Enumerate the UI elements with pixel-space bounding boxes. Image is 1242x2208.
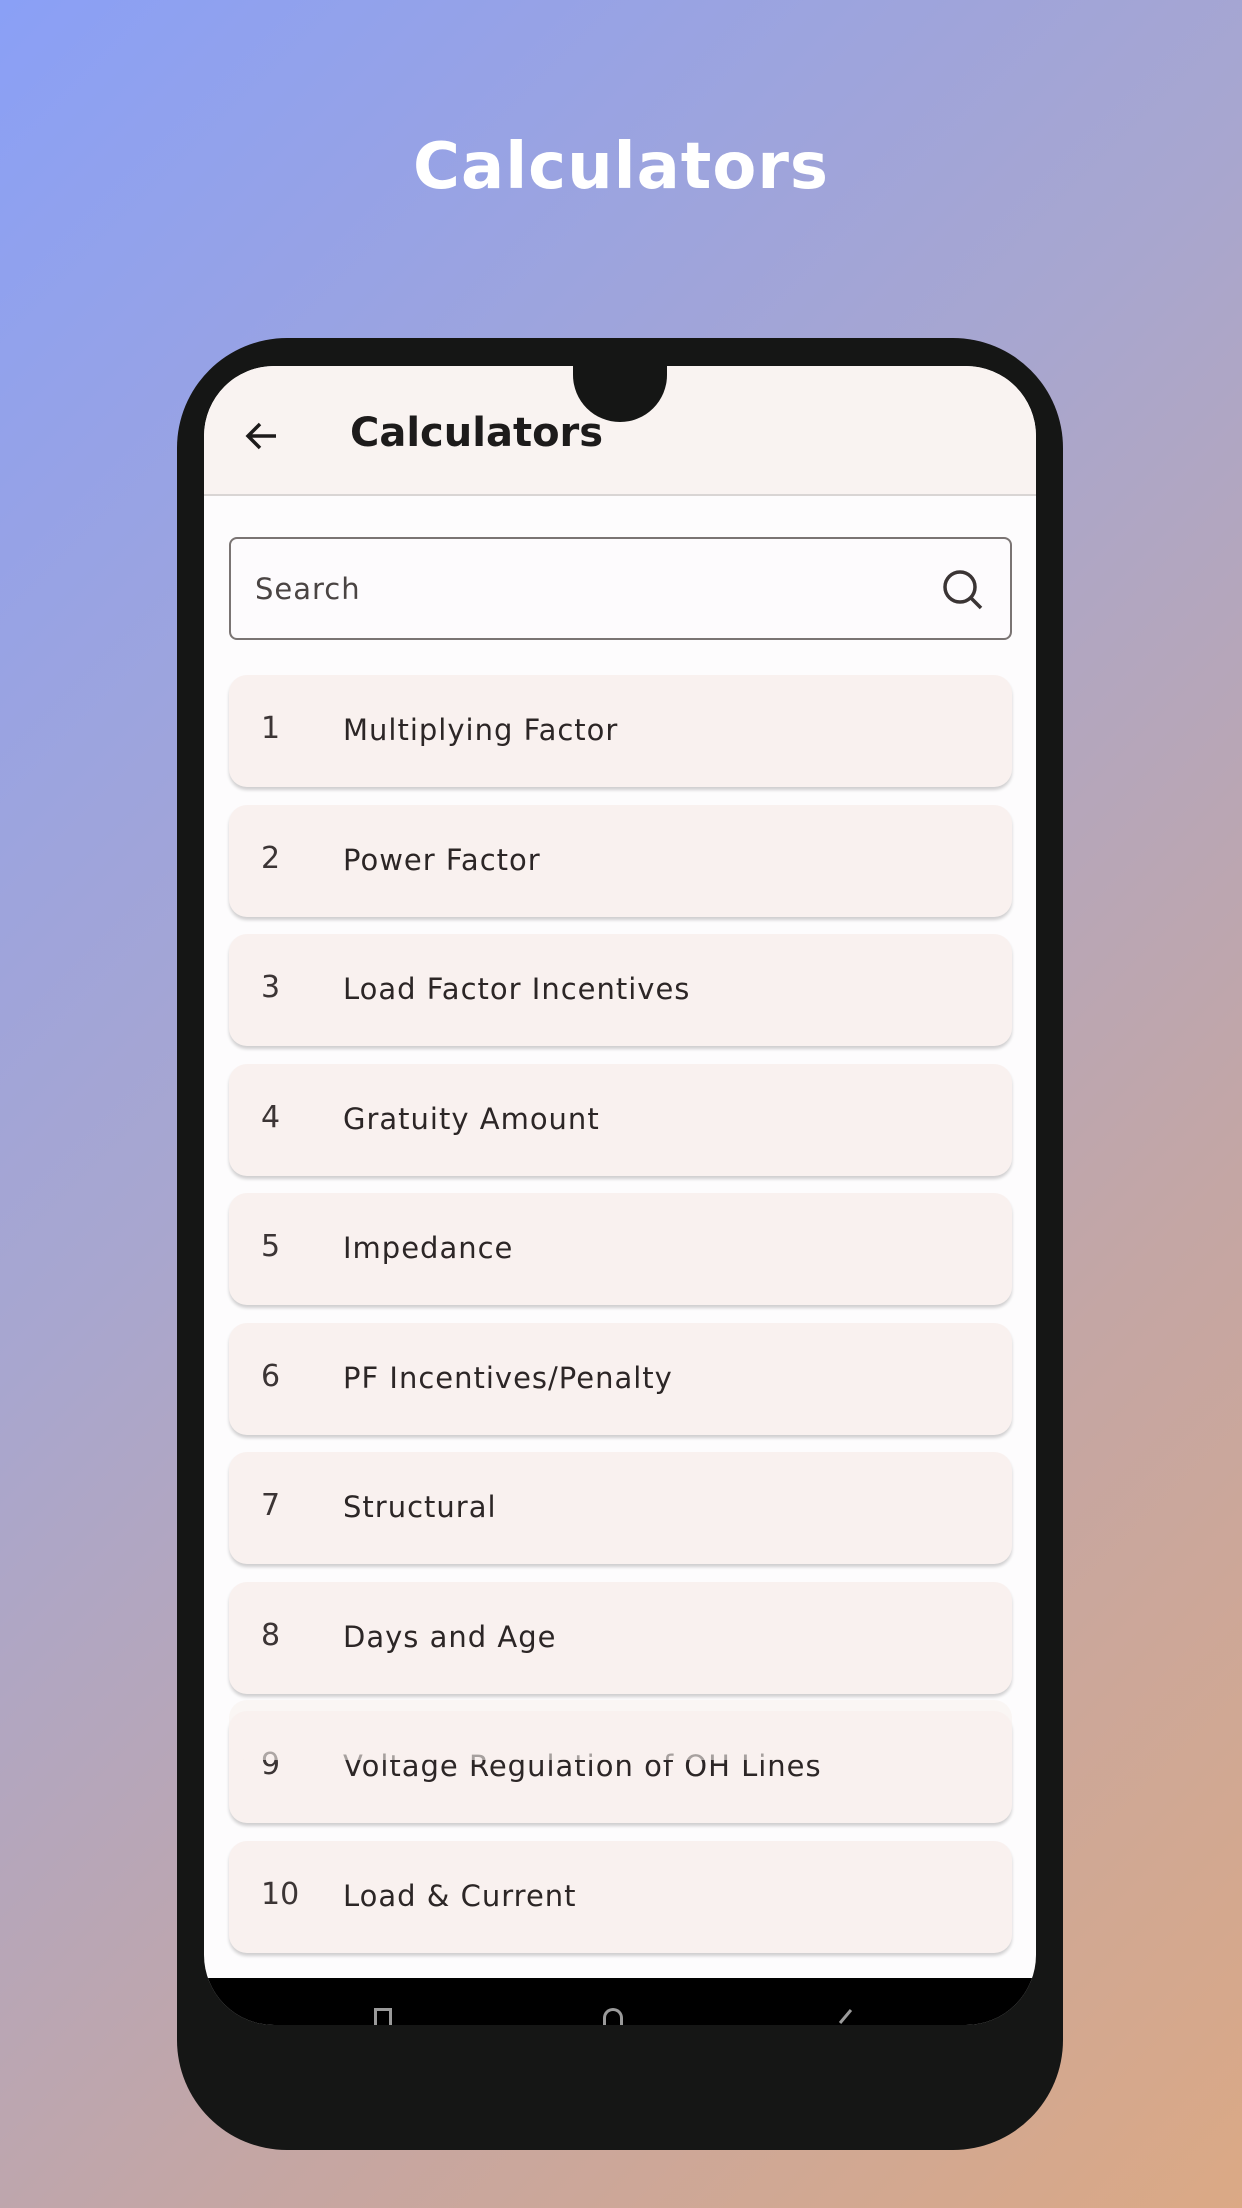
list-item-partial[interactable]: [229, 1700, 1012, 1760]
item-number: 6: [261, 1358, 281, 1394]
home-icon[interactable]: [603, 2008, 623, 2025]
arrow-left-icon[interactable]: [242, 416, 282, 456]
item-number: 1: [261, 711, 281, 746]
search-icon[interactable]: [940, 567, 986, 613]
item-number: 3: [261, 970, 281, 1005]
item-label: Load Factor Incentives: [343, 972, 691, 1006]
back-nav-icon[interactable]: [838, 2009, 853, 2024]
phone-frame: Calculators Search 1 Multiplying Factor 2 P…: [177, 338, 1063, 2150]
list-item[interactable]: 5 Impedance: [229, 1193, 1012, 1305]
hero-title: Calculators: [413, 130, 829, 204]
item-label: Structural: [343, 1490, 497, 1524]
item-number: 2: [261, 840, 281, 876]
item-number: 4: [261, 1099, 281, 1135]
list-item[interactable]: 6 PF Incentives/Penalty: [229, 1322, 1012, 1435]
list-item[interactable]: 2 Power Factor: [229, 804, 1012, 917]
item-label: Multiplying Factor: [343, 713, 619, 747]
item-number: 8: [261, 1617, 281, 1653]
list-item[interactable]: 8 Days and Age: [229, 1581, 1012, 1694]
recent-apps-icon[interactable]: [374, 2008, 392, 2025]
item-label: Power Factor: [343, 842, 541, 877]
item-label: Impedance: [343, 1231, 514, 1265]
item-label: PF Incentives/Penalty: [343, 1360, 673, 1395]
search-placeholder: Search: [255, 572, 361, 606]
list-item[interactable]: 7 Structural: [229, 1452, 1012, 1564]
item-number: 5: [261, 1229, 281, 1264]
item-label: Gratuity Amount: [343, 1101, 600, 1136]
list-item[interactable]: 4 Gratuity Amount: [229, 1063, 1012, 1176]
list-item[interactable]: 10 Load & Current: [229, 1840, 1012, 1953]
item-label: Days and Age: [343, 1619, 557, 1654]
page-title: Calculators: [350, 410, 604, 456]
system-nav-bar: [204, 1978, 1036, 2025]
list-item[interactable]: 1 Multiplying Factor: [229, 675, 1012, 787]
search-input[interactable]: Search: [229, 537, 1012, 640]
item-number: 7: [261, 1488, 281, 1523]
item-label: Load & Current: [343, 1878, 577, 1913]
app-screen: Calculators Search 1 Multiplying Factor 2 P…: [204, 366, 1036, 2025]
item-number: 10: [261, 1876, 300, 1912]
list-item[interactable]: 3 Load Factor Incentives: [229, 934, 1012, 1046]
